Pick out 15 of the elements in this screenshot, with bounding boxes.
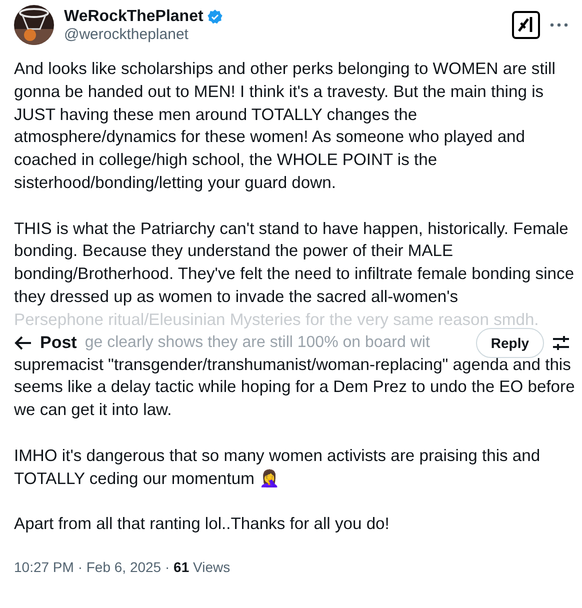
reply-button[interactable]: Reply	[476, 328, 544, 358]
post-meta: 10:27 PM · Feb 6, 2025 · 61 Views	[14, 558, 232, 575]
post-paragraph: IMHO it's dangerous that so many women activists are praising this and TOTALLY ceding our momentum 🤦‍♀	[14, 444, 542, 490]
post-paragraph: THIS is what the Patriarchy can't stand to have happen, historically. Female bonding. Because they understand the power of their MALE bonding/Brotherhood. They've felt the need to infiltrate female bonding since they dressed up as women to invade the sacred all-women's	[14, 218, 576, 308]
post-paragraph: And looks like scholarships and other perks belonging to WOMEN are still gonna be handed out to MEN! I think it's a travesty. But the main thing is JUST having these men around TOTALLY changes the atmosphere/dynamics for these women! As someone who played and coached in college/high school, the WHOLE POINT is the sisterhood/bonding/letting your guard down.	[14, 58, 556, 194]
post-paragraph: Apart from all that ranting lol..Thanks for all you do!	[14, 513, 390, 536]
author-handle[interactable]: @werocktheplanet	[64, 26, 188, 42]
avatar[interactable]	[14, 5, 54, 45]
back-icon[interactable]	[14, 334, 32, 351]
author-name[interactable]: WeRockThePlanet	[64, 8, 204, 26]
header-title: Post	[40, 332, 77, 353]
covered-text-line: ge clearly shows they are still 100% on board wit	[84, 334, 431, 352]
more-icon[interactable]	[550, 23, 568, 27]
sliders-icon[interactable]	[552, 334, 570, 351]
grok-logo-icon[interactable]	[512, 11, 540, 39]
